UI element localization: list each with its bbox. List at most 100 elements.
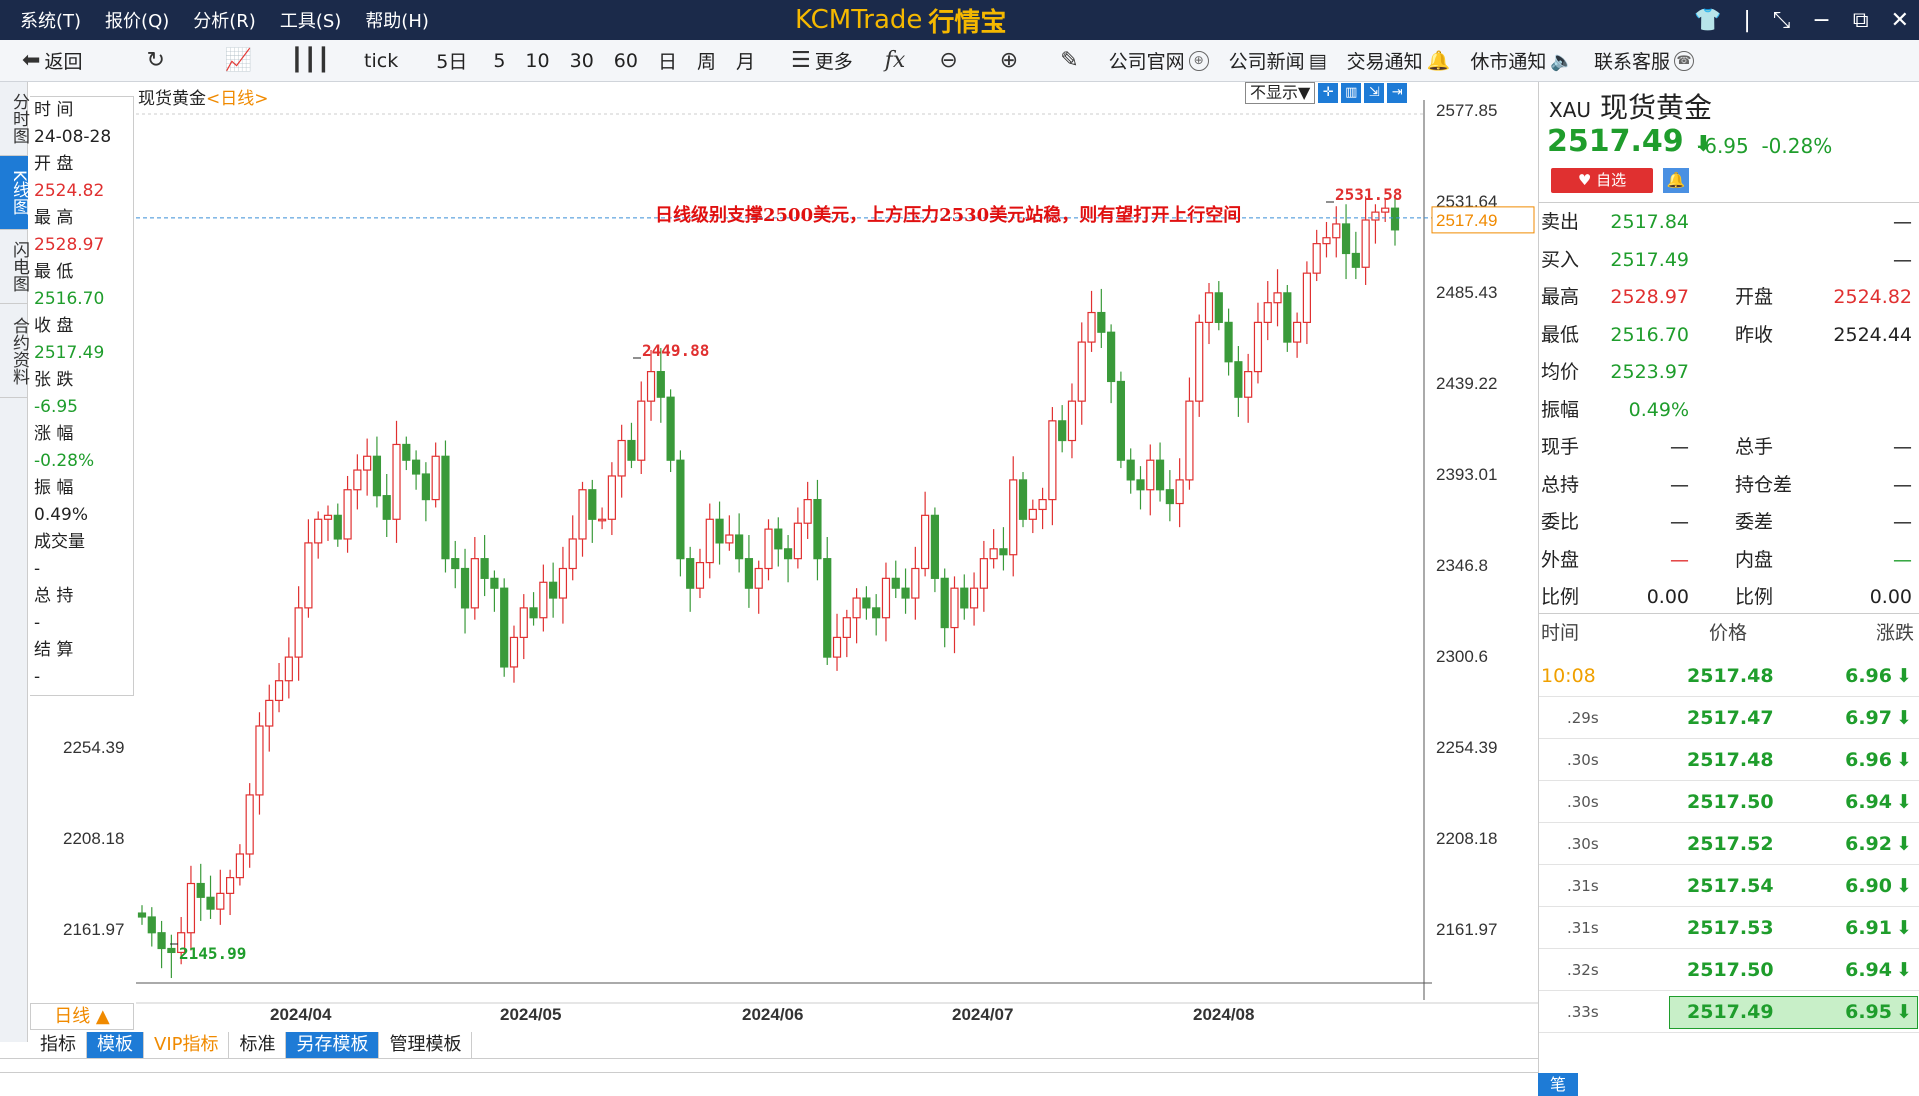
mid-high-label: 2449.88 [642,341,709,360]
quote-v1: 0.49% [1628,398,1689,421]
quote-v2: — [1893,511,1912,533]
tick-row[interactable]: 10:08 2517.48 6.96 ⬇ [1539,656,1919,697]
candle-body [1067,400,1077,442]
candle-body [1312,243,1321,274]
candle-body [666,396,675,461]
x-tick-label: 2024/08 [1193,1005,1254,1024]
candle-body [999,548,1008,556]
candle-body [627,439,636,461]
candle-body [930,514,940,579]
candle-body [402,443,411,461]
quote-v2: — [1893,548,1912,571]
candle-body [637,400,646,461]
quote-l1: 比例 [1541,586,1580,608]
candle-body [744,558,754,589]
tick-change: 6.94 [1845,791,1892,813]
candle-body [392,443,401,520]
alert-bell-icon[interactable]: 🔔 [1663,168,1689,193]
tick-time: .30s [1567,835,1599,853]
candle-body [363,455,372,471]
candle-body [1253,321,1263,373]
candle-body [1155,459,1165,491]
quote-l2: 昨收 [1735,323,1774,346]
tick-price: 2517.53 [1687,917,1774,939]
candle-body [558,567,568,599]
tick-row[interactable]: .32s 2517.50 6.94 ⬇ [1539,950,1919,991]
quote-l1: 委比 [1541,511,1580,533]
tick-header: 时间 价格 涨跌 [1539,615,1919,652]
candle-body [597,518,607,522]
period-indicator[interactable]: 日线 ▲ [30,1003,134,1030]
app-window: 系统(T) 报价(Q) 分析(R) 工具(S) 帮助(H) KCMTrade 行… [0,0,1919,1096]
quote-v1: 2516.70 [1610,323,1689,346]
tick-head-time: 时间 [1541,622,1580,644]
candle-body [1136,479,1145,491]
candle-body [803,498,812,524]
quote-price: 2517.49 ⬇ [1547,124,1713,159]
candle-body [1244,371,1253,398]
candle-body [304,542,313,609]
x-tick-label: 2024/05 [500,1005,561,1024]
quote-name: 现货黄金 [1599,91,1712,124]
tick-head-price: 价格 [1709,622,1748,644]
quote-l1: 总持 [1541,473,1580,496]
candle-body [323,514,333,520]
change-value: -6.95 [1697,134,1749,158]
candle-body [676,459,685,560]
tick-row[interactable]: .29s 2517.47 6.97 ⬇ [1539,698,1919,739]
candle-body [960,587,969,609]
quote-v1: 2528.97 [1610,286,1689,308]
favorite-button[interactable]: ♥ 自选 [1551,168,1653,193]
candle-body [588,489,597,520]
y-tick-label: 2300.6 [1436,647,1488,666]
candle-body [568,538,577,570]
tick-row[interactable]: .30s 2517.50 6.94 ⬇ [1539,782,1919,823]
tick-row[interactable]: .30s 2517.52 6.92 ⬇ [1539,824,1919,865]
candle-body [715,518,724,544]
tick-row[interactable]: .33s 2517.49 6.95 ⬇ [1539,992,1919,1033]
x-tick-label: 2024/07 [952,1005,1013,1024]
candle-body [1273,292,1282,304]
tab-vip-indicator[interactable]: VIP指标 [144,1032,230,1058]
quote-l1: 均价 [1541,361,1580,383]
y-tick-label: 2254.39 [1436,738,1497,757]
candle-body [578,489,587,540]
tab-save-template[interactable]: 另存模板 [286,1032,380,1058]
candle-body [1283,292,1292,343]
tab-standard[interactable]: 标准 [229,1032,287,1058]
candle-body [686,558,695,589]
chart-annotation: 日线级别支撑2500美元，上方压力2530美元站稳，则有望打开上行空间 [655,204,1241,226]
down-arrow-icon: ⬇ [1896,917,1912,939]
tick-label[interactable]: 笔 [1538,1073,1578,1096]
candle-body [1224,321,1233,363]
tab-template[interactable]: 模板 [87,1032,144,1058]
tab-manage-template[interactable]: 管理模板 [379,1032,473,1058]
candle-body [431,455,440,501]
quote-row: 最高 2528.97 开盘 2524.82 [1539,279,1919,316]
tick-row[interactable]: .31s 2517.54 6.90 ⬇ [1539,866,1919,907]
candle-body [1018,479,1028,520]
candle-body [695,561,705,589]
candle-body [167,947,176,954]
tick-row[interactable]: .31s 2517.53 6.91 ⬇ [1539,908,1919,949]
quote-panel: XAU 现货黄金 2517.49 ⬇ -6.95 -0.28% ♥ 自选 🔔 卖… [1538,82,1919,1096]
candle-body [157,932,166,950]
quote-l1: 最高 [1541,286,1580,308]
tab-indicator[interactable]: 指标 [30,1032,87,1058]
candle-body [1175,479,1184,505]
candle-body [1204,292,1214,323]
candle-body [509,636,519,668]
down-arrow-icon: ⬇ [1896,749,1912,771]
candle-body [519,607,528,639]
candle-body [842,617,851,639]
candle-body [1390,207,1400,231]
candle-body [1097,311,1106,333]
y-tick-label-left: 2208.18 [63,829,124,848]
candle-body [196,882,205,898]
candle-body [274,680,284,702]
tick-time: 10:08 [1541,665,1596,687]
tick-price: 2517.50 [1687,791,1774,813]
candle-body [1234,361,1243,398]
tick-row[interactable]: .30s 2517.48 6.96 ⬇ [1539,740,1919,781]
candle-body [1126,459,1135,481]
